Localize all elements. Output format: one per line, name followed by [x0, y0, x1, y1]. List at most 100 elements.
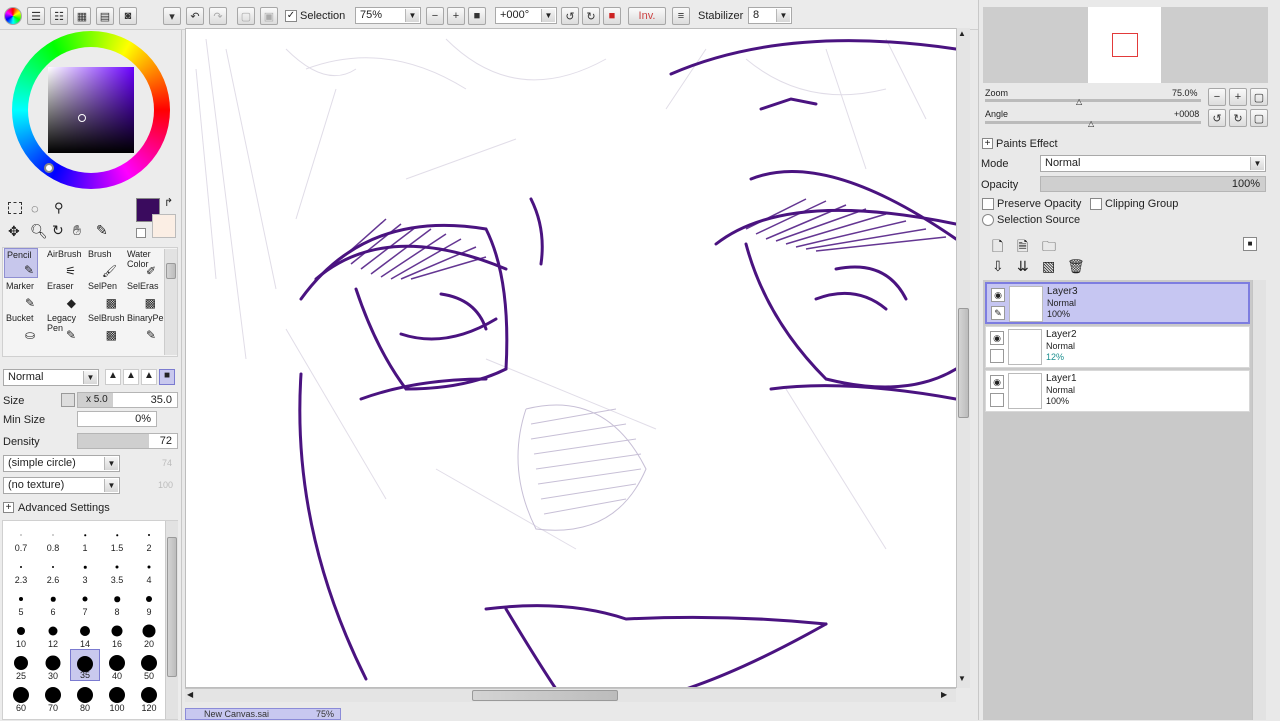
paints-effect-label[interactable]: Paints Effect [996, 138, 1058, 150]
brush-preset-12[interactable]: 12 [38, 617, 68, 649]
eyedropper-icon[interactable]: ✎ [96, 222, 108, 239]
new-layer-icon[interactable]: 🗋︎ [992, 236, 1003, 260]
tool-watercolor[interactable]: Water Color ✐ [125, 248, 159, 278]
tool-marker[interactable]: Marker ✎ [4, 280, 38, 310]
visibility-eye-icon[interactable]: ◉ [991, 288, 1005, 302]
layer-row-layer1[interactable]: ◉ Layer1 Normal 100% [985, 370, 1250, 412]
invert-view-button[interactable]: Inv. [628, 7, 666, 25]
brush-preset-7[interactable]: 7 [70, 585, 100, 617]
size-multiplier-icon[interactable] [61, 393, 75, 407]
brush-preset-1.5[interactable]: 1.5 [102, 521, 132, 553]
new-folder-icon[interactable]: 🗀︎ [1042, 236, 1056, 260]
canvas-hscroll-thumb[interactable] [472, 690, 618, 701]
deselect-icon[interactable]: ▢ [237, 7, 255, 25]
layer-mode-select[interactable]: Normal ▼ [1040, 155, 1266, 172]
brush-preset-0.7[interactable]: 0.7 [6, 521, 36, 553]
brush-preset-2.6[interactable]: 2.6 [38, 553, 68, 585]
brush-preset-9[interactable]: 9 [134, 585, 164, 617]
panel-collapse-icon[interactable]: ▾ [163, 7, 181, 25]
secondary-color-swatch[interactable] [152, 214, 176, 238]
zoom-in-icon[interactable]: + [447, 7, 465, 25]
swatches-icon[interactable]: ▦ [73, 7, 91, 25]
brush-preset-3.5[interactable]: 3.5 [102, 553, 132, 585]
tool-pencil[interactable]: Pencil ✎ [4, 248, 38, 278]
stabilizer-select[interactable]: 8 ▼ [748, 7, 792, 24]
nav-zoom-reset-icon[interactable]: ▢ [1250, 88, 1268, 106]
hsv-slider-icon[interactable]: ☷ [50, 7, 68, 25]
selection-checkbox[interactable]: ✓ [285, 10, 297, 22]
nav-rotate-ccw-icon[interactable]: ↺ [1208, 109, 1226, 127]
brush-preset-14[interactable]: 14 [70, 617, 100, 649]
clipping-group-checkbox[interactable] [1090, 198, 1102, 210]
move-icon[interactable]: ✥ [8, 223, 20, 240]
brush-preset-80[interactable]: 80 [70, 681, 100, 713]
brush-preset-50[interactable]: 50 [134, 649, 164, 681]
layer-edit-toggle[interactable] [990, 349, 1004, 363]
scroll-down-icon[interactable]: ▼ [958, 674, 966, 683]
tool-scrollbar[interactable] [164, 249, 177, 355]
brush-preset-4[interactable]: 4 [134, 553, 164, 585]
edge-soft-icon[interactable]: ▲ [105, 369, 121, 385]
canvas-hscrollbar[interactable]: ◀ ▶ [185, 688, 956, 702]
transparent-color-icon[interactable] [136, 228, 146, 238]
paints-effect-expand-icon[interactable]: + [982, 138, 993, 149]
scratchpad-icon[interactable]: ▤ [96, 7, 114, 25]
brush-preset-6[interactable]: 6 [38, 585, 68, 617]
zoom-tool-icon[interactable]: 🔍︎ [30, 223, 48, 240]
density-slider[interactable]: 72 [77, 433, 178, 449]
brush-preset-40[interactable]: 40 [102, 649, 132, 681]
brush-texture-select[interactable]: (no texture) ▼ [3, 477, 120, 494]
layer-list-scrollbar[interactable] [1252, 280, 1266, 720]
rotate-ccw-icon[interactable]: ↺ [561, 7, 579, 25]
visibility-eye-icon[interactable]: ◉ [990, 331, 1004, 345]
tool-legacy-pen[interactable]: Legacy Pen ✎ [45, 312, 79, 342]
nav-zoom-slider[interactable] [985, 99, 1201, 102]
scroll-left-icon[interactable]: ◀ [187, 690, 193, 699]
brush-preset-70[interactable]: 70 [38, 681, 68, 713]
document-tab[interactable]: New Canvas.sai 75% [185, 708, 341, 720]
tool-airbrush[interactable]: AirBrush ⚟ [45, 248, 82, 278]
tool-binarypen[interactable]: BinaryPe ✎ [125, 312, 164, 342]
layer-menu-icon[interactable]: ■ [1243, 237, 1257, 251]
brush-preset-1[interactable]: 1 [70, 521, 100, 553]
invert-selection-icon[interactable]: ▣ [260, 7, 278, 25]
tool-brush[interactable]: Brush 🖌︎ [86, 248, 120, 278]
layer-edit-toggle[interactable] [990, 393, 1004, 407]
brush-preset-2[interactable]: 2 [134, 521, 164, 553]
brush-edge-hardness[interactable]: ▲ ▲ ▲ ■ [105, 369, 178, 385]
brush-preset-25[interactable]: 25 [6, 649, 36, 681]
tool-seleras[interactable]: SelEras ▩ [125, 280, 159, 310]
tool-eraser[interactable]: Eraser ◆ [45, 280, 79, 310]
brush-preset-16[interactable]: 16 [102, 617, 132, 649]
min-size-slider[interactable]: 0% [77, 411, 157, 427]
undo-icon[interactable]: ↶ [186, 7, 204, 25]
blend-mode-select[interactable]: Normal ▼ [3, 369, 99, 386]
tool-selbrush[interactable]: SelBrush ▩ [86, 312, 125, 342]
rotate-tool-icon[interactable]: ↻ [52, 222, 64, 239]
merge-down-icon[interactable]: ⇊ [1017, 258, 1029, 275]
preset-scroll-thumb[interactable] [167, 537, 177, 677]
expand-icon[interactable]: + [3, 502, 14, 513]
tool-bucket[interactable]: Bucket ⛀ [4, 312, 38, 342]
color-mixer-icon[interactable]: ◙ [119, 7, 137, 25]
layer-opacity-slider[interactable]: 100% [1040, 176, 1266, 192]
brush-preset-10[interactable]: 10 [6, 617, 36, 649]
preserve-opacity-checkbox[interactable] [982, 198, 994, 210]
edge-medium-icon[interactable]: ▲ [123, 369, 139, 385]
redo-icon[interactable]: ↷ [209, 7, 227, 25]
canvas-vscroll-thumb[interactable] [958, 308, 969, 418]
brush-preset-30[interactable]: 30 [38, 649, 68, 681]
zoom-select[interactable]: 75% ▼ [355, 7, 421, 24]
brush-preset-3[interactable]: 3 [70, 553, 100, 585]
rect-select-icon[interactable] [8, 202, 22, 214]
visibility-eye-icon[interactable]: ◉ [990, 375, 1004, 389]
pencil-edit-icon[interactable]: ✎ [991, 306, 1005, 320]
edge-hard-icon[interactable]: ■ [159, 369, 175, 385]
delete-layer-icon[interactable]: 🗑︎ [1067, 258, 1085, 275]
clear-layer-icon[interactable]: ▧ [1042, 258, 1055, 275]
zoom-reset-icon[interactable]: ■ [468, 7, 486, 25]
canvas-area[interactable] [185, 28, 957, 688]
nav-zoom-thumb[interactable]: △ [1076, 97, 1082, 106]
color-wheel-mode-icon[interactable] [4, 7, 22, 25]
rgb-slider-icon[interactable]: ☰ [27, 7, 45, 25]
